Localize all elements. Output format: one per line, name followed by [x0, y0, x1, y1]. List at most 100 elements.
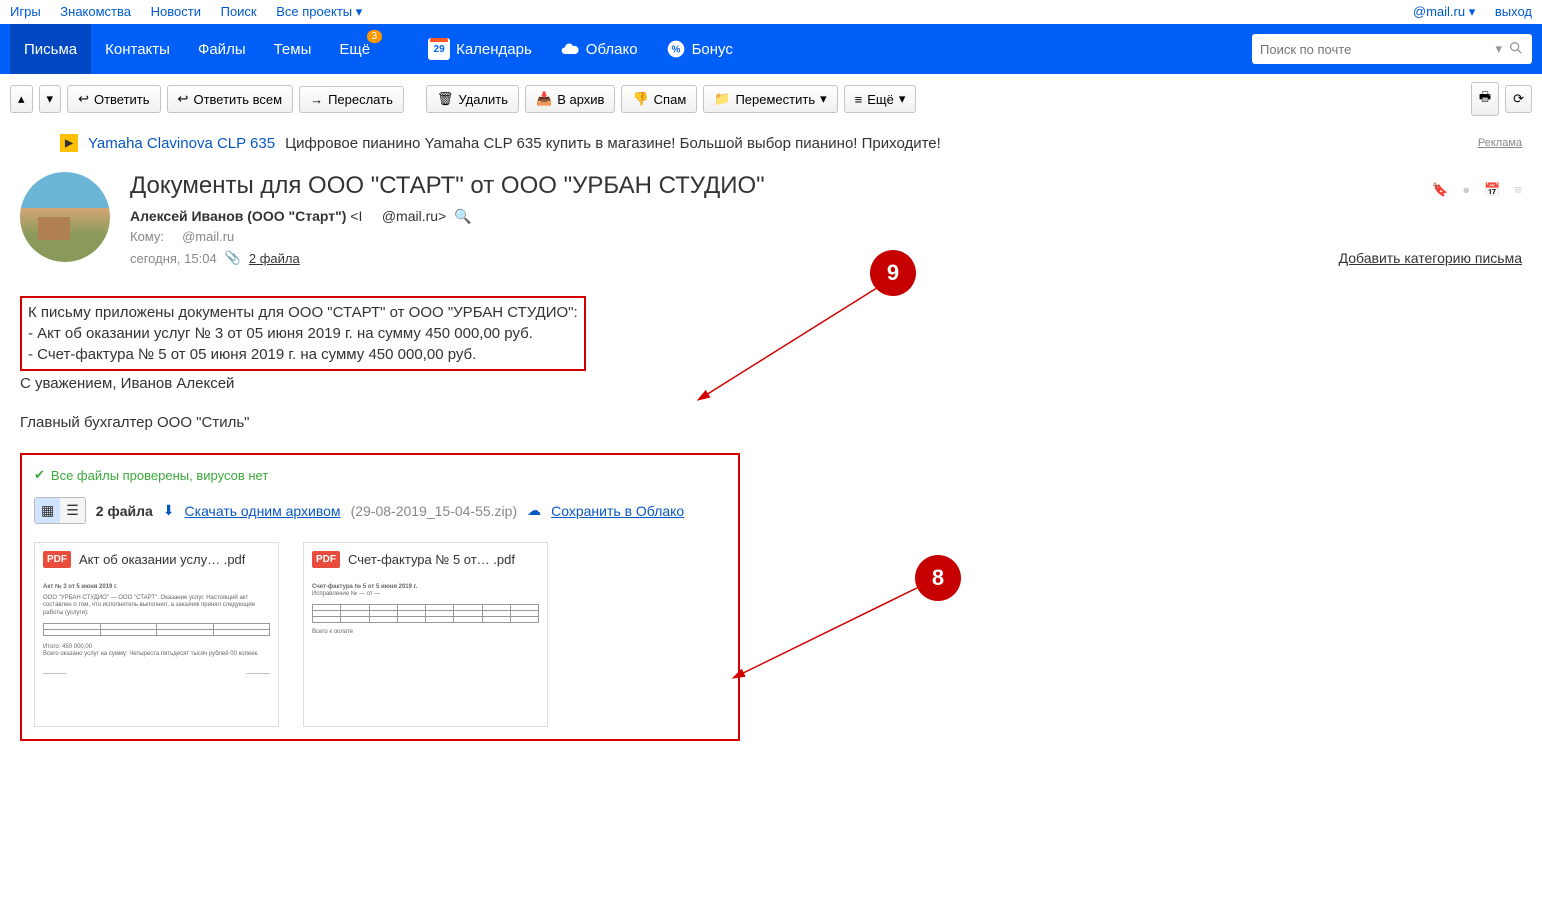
body-line-2: - Акт об оказании услуг № 3 от 05 июня 2…: [28, 323, 578, 344]
attachment-grid: PDF Акт об оказании услу… .pdf Акт № 3 о…: [34, 542, 726, 727]
attachment-preview: Акт № 3 от 5 июня 2019 г. ООО "УРБАН СТУ…: [35, 576, 278, 726]
topbar-link-projects[interactable]: Все проекты ▾: [276, 4, 362, 19]
spam-icon: 👎: [632, 91, 648, 107]
callout-9: 9: [870, 250, 916, 296]
topbar-link-search[interactable]: Поиск: [221, 4, 257, 19]
nav-contacts[interactable]: Контакты: [91, 24, 184, 74]
ad-bar: ▶ Yamaha Clavinova CLP 635 Цифровое пиан…: [0, 124, 1542, 162]
attach-controls: ▦ ☰ 2 файла ⬇ Скачать одним архивом (29-…: [34, 497, 726, 524]
main-nav: Письма Контакты Файлы Темы Ещё 3 29 Кале…: [0, 24, 1542, 74]
attachment-icon: 📎: [225, 250, 241, 266]
bonus-icon: %: [666, 39, 686, 59]
search-input[interactable]: [1260, 42, 1489, 57]
pdf-badge: PDF: [43, 551, 71, 568]
search-dropdown-icon[interactable]: ▾: [1495, 41, 1502, 57]
from-email: <I @mail.ru>: [350, 208, 450, 224]
email-date-row: сегодня, 15:04 📎 2 файла: [130, 250, 1522, 266]
search-icon[interactable]: [1508, 40, 1524, 59]
calendar-small-icon[interactable]: 📅: [1484, 182, 1500, 198]
add-category-link[interactable]: Добавить категорию письма: [1339, 250, 1522, 266]
header-actions: 🔖 ● 📅 ≡: [1432, 182, 1522, 198]
delete-button[interactable]: 🗑Удалить: [426, 85, 519, 113]
print-button[interactable]: 🖶: [1471, 82, 1499, 116]
attachment-name: Счет-фактура № 5 от… .pdf: [348, 552, 515, 567]
nav-up-button[interactable]: ▴: [10, 85, 33, 113]
topbar-link-dating[interactable]: Знакомства: [60, 4, 131, 19]
nav-bonus[interactable]: % Бонус: [652, 24, 747, 74]
download-all-link[interactable]: Скачать одним архивом: [185, 503, 341, 519]
spam-button[interactable]: 👎Спам: [621, 85, 697, 113]
save-cloud-link[interactable]: Сохранить в Облако: [551, 503, 684, 519]
topbar-right: @mail.ru ▾ выход: [1397, 4, 1532, 20]
nav-more[interactable]: Ещё 3: [325, 24, 384, 74]
ad-brand-icon: ▶: [60, 134, 78, 152]
attachment-count-link[interactable]: 2 файла: [249, 251, 300, 266]
account-link[interactable]: @mail.ru ▾: [1413, 4, 1475, 19]
portal-topbar: Игры Знакомства Новости Поиск Все проект…: [0, 0, 1542, 24]
archive-name: (29-08-2019_15-04-55.zip): [351, 503, 518, 519]
svg-text:%: %: [671, 44, 680, 55]
sender-avatar[interactable]: [20, 172, 110, 262]
refresh-button[interactable]: ⟳: [1505, 85, 1532, 113]
ad-link[interactable]: Yamaha Clavinova CLP 635: [88, 135, 275, 152]
nav-down-button[interactable]: ▾: [39, 85, 62, 113]
attachment-card[interactable]: PDF Акт об оказании услу… .pdf Акт № 3 о…: [34, 542, 279, 727]
forward-button[interactable]: →Переслать: [299, 86, 404, 113]
trash-icon: 🗑: [437, 91, 454, 107]
nav-cloud[interactable]: Облако: [546, 24, 652, 74]
reply-all-button[interactable]: ↩Ответить всем: [167, 85, 294, 113]
nav-more-badge: 3: [367, 30, 383, 43]
message-toolbar: ▴ ▾ ↩Ответить ↩Ответить всем →Переслать …: [0, 74, 1542, 124]
topbar-link-games[interactable]: Игры: [10, 4, 41, 19]
reply-icon: ↩: [78, 91, 89, 107]
attach-count: 2 файла: [96, 503, 153, 519]
menu-icon[interactable]: ≡: [1514, 182, 1522, 198]
callout-8: 8: [915, 555, 961, 601]
search-sender-icon[interactable]: 🔍: [454, 208, 471, 224]
email-meta: Документы для ООО "СТАРТ" от ООО "УРБАН …: [130, 172, 1522, 266]
email-subject: Документы для ООО "СТАРТ" от ООО "УРБАН …: [130, 172, 1522, 200]
body-line-1: К письму приложены документы для ООО "СТ…: [28, 302, 578, 323]
calendar-icon: 29: [428, 38, 450, 60]
attachment-card[interactable]: PDF Счет-фактура № 5 от… .pdf Счет-факту…: [303, 542, 548, 727]
email-body: К письму приложены документы для ООО "СТ…: [20, 296, 1522, 433]
download-icon: ⬇: [163, 502, 175, 519]
body-highlight-box: К письму приложены документы для ООО "СТ…: [20, 296, 586, 371]
view-grid-button[interactable]: ▦: [35, 498, 60, 523]
print-icon: 🖶: [1479, 88, 1491, 110]
topbar-link-news[interactable]: Новости: [151, 4, 201, 19]
nav-mail[interactable]: Письма: [10, 24, 91, 74]
logout-link[interactable]: выход: [1495, 4, 1532, 19]
search-box[interactable]: ▾: [1252, 34, 1532, 64]
ad-text: Цифровое пианино Yamaha CLP 635 купить в…: [285, 135, 941, 152]
more-button[interactable]: ≡Ещё ▾: [844, 85, 917, 113]
list-icon: ≡: [855, 92, 863, 107]
email-to: Кому: @mail.ru: [130, 229, 1522, 244]
archive-icon: 📥: [536, 91, 552, 107]
email-from: Алексей Иванов (ООО "Старт") <I @mail.ru…: [130, 208, 1522, 225]
bookmark-icon[interactable]: 🔖: [1432, 182, 1448, 198]
move-button[interactable]: 📁Переместить ▾: [703, 85, 837, 113]
list-view-icon: ☰: [66, 502, 79, 518]
nav-files[interactable]: Файлы: [184, 24, 260, 74]
check-icon: ✔: [34, 467, 45, 483]
attachment-preview: Счет-фактура № 5 от 5 июня 2019 г.Исправ…: [304, 576, 547, 726]
virus-check: ✔ Все файлы проверены, вирусов нет: [34, 467, 726, 483]
view-list-button[interactable]: ☰: [60, 498, 85, 523]
unread-dot-icon[interactable]: ●: [1462, 182, 1470, 198]
attachment-name: Акт об оказании услу… .pdf: [79, 552, 245, 567]
nav-themes[interactable]: Темы: [260, 24, 326, 74]
email-container: Документы для ООО "СТАРТ" от ООО "УРБАН …: [0, 162, 1542, 761]
signature-line-1: С уважением, Иванов Алексей: [20, 373, 1522, 394]
ad-label[interactable]: Реклама: [1478, 137, 1522, 149]
email-header: Документы для ООО "СТАРТ" от ООО "УРБАН …: [20, 172, 1522, 266]
attachments-section: ✔ Все файлы проверены, вирусов нет ▦ ☰ 2…: [20, 453, 740, 741]
nav-calendar[interactable]: 29 Календарь: [414, 24, 546, 74]
reply-all-icon: ↩: [178, 91, 189, 107]
folder-icon: 📁: [714, 91, 730, 107]
reply-button[interactable]: ↩Ответить: [67, 85, 160, 113]
topbar-left: Игры Знакомства Новости Поиск Все проект…: [10, 4, 378, 20]
archive-button[interactable]: 📥В архив: [525, 85, 615, 113]
cloud-icon: [560, 39, 580, 59]
signature-line-2: Главный бухгалтер ООО "Стиль": [20, 412, 1522, 433]
